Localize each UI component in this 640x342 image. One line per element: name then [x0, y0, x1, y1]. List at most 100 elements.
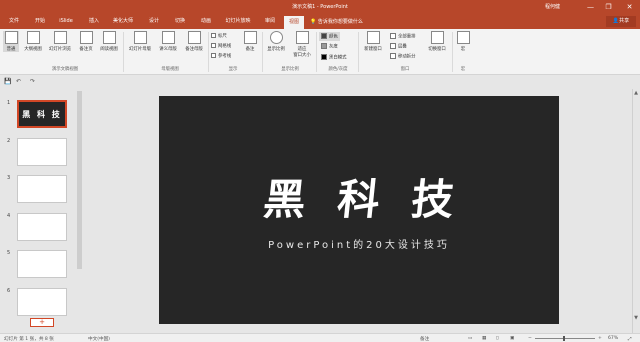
ribbon: 普通 大纲视图 幻灯片浏览 备注页 阅读视图 演示文稿视图 幻灯片母版 讲义母版… [0, 29, 640, 75]
share-button[interactable]: 👤共享 [606, 16, 636, 27]
move-split-icon [390, 53, 396, 59]
slide-thumbnail-1[interactable]: 黑 科 技 [17, 100, 67, 128]
group-label-master: 母版视图 [161, 67, 179, 72]
outline-view-button[interactable]: 大纲视图 [22, 31, 44, 52]
move-split-button[interactable]: 移动拆分 [390, 53, 416, 60]
switch-windows-icon [430, 31, 444, 44]
notes-master-label: 备注母版 [185, 47, 203, 52]
zoom-out-button[interactable]: − [528, 336, 532, 341]
slide-number: 5 [7, 250, 11, 256]
macros-button[interactable]: 宏 [455, 31, 471, 52]
fit-slide-icon[interactable]: ⤢ [628, 336, 632, 342]
zoom-in-button[interactable]: + [598, 336, 602, 341]
group-label-macros: 宏 [460, 67, 466, 72]
slide-sorter-icon[interactable]: ▦ [482, 336, 486, 341]
tab-animations[interactable]: 动画 [196, 14, 216, 29]
save-icon[interactable]: 💾 [4, 78, 11, 85]
ruler-checkbox[interactable]: 标尺 [211, 33, 227, 39]
reading-view-button[interactable]: 阅读视图 [97, 31, 121, 52]
redo-icon[interactable]: ↷ [30, 78, 35, 85]
zoom-label: 显示比例 [267, 47, 285, 52]
slide-thumbnail-4[interactable] [17, 213, 67, 241]
outline-view-label: 大纲视图 [24, 47, 42, 52]
slide-master-icon [133, 31, 147, 44]
zoom-level[interactable]: 67% [608, 336, 618, 341]
divider [208, 32, 209, 72]
scroll-down-icon[interactable]: ▼ [633, 315, 639, 321]
slide-subtitle[interactable]: PowerPoint的20大设计技巧 [159, 236, 559, 251]
new-window-button[interactable]: 新建窗口 [360, 31, 386, 52]
slide-thumbnail-5[interactable] [17, 250, 67, 278]
reading-view-icon [102, 31, 116, 44]
scroll-up-icon[interactable]: ▲ [633, 90, 639, 96]
cascade-button[interactable]: 层叠 [390, 43, 407, 50]
user-name[interactable]: 程何健 [545, 3, 560, 10]
color-button[interactable]: 颜色 [319, 32, 340, 41]
normal-view-button[interactable]: 普通 [3, 31, 19, 52]
normal-view-label: 普通 [6, 47, 16, 52]
guides-checkbox[interactable]: 参考线 [211, 53, 231, 59]
notes-page-icon [79, 31, 93, 44]
notes-button[interactable]: 备注 [242, 31, 258, 52]
notes-toggle[interactable]: 备注 [420, 336, 429, 342]
notes-master-button[interactable]: 备注母版 [182, 31, 206, 52]
tell-me-text: 告诉我你想要做什么 [317, 19, 363, 25]
tab-view[interactable]: 视图 [284, 16, 304, 29]
restore-button[interactable]: ❐ [601, 0, 616, 14]
title-bar: 演示文稿1 - PowerPoint 程何健 — ❐ ✕ [0, 0, 640, 14]
cascade-icon [390, 43, 396, 49]
notes-page-button[interactable]: 备注页 [76, 31, 96, 52]
tab-slideshow[interactable]: 幻灯片放映 [220, 14, 256, 29]
notes-master-icon [187, 31, 201, 44]
minimize-button[interactable]: — [583, 0, 598, 14]
tab-beautify[interactable]: 美化大师 [108, 14, 138, 29]
tab-insert[interactable]: 插入 [84, 14, 104, 29]
slide-thumbnail-2[interactable] [17, 138, 67, 166]
language-indicator[interactable]: 中文(中国) [88, 336, 110, 342]
tell-me-search[interactable]: 💡 告诉我你想要做什么 [310, 18, 363, 25]
arrange-all-button[interactable]: 全部重排 [390, 33, 416, 40]
close-button[interactable]: ✕ [622, 0, 637, 14]
fit-window-button[interactable]: 适应 窗口大小 [290, 31, 314, 58]
checkbox-icon [211, 33, 216, 38]
tab-islide[interactable]: iSlide [55, 14, 77, 29]
slide-master-button[interactable]: 幻灯片母版 [126, 31, 154, 52]
group-label-show: 显示 [228, 67, 238, 72]
tab-transitions[interactable]: 切换 [170, 14, 190, 29]
bw-button[interactable]: 黑白模式 [321, 54, 347, 61]
slide-sorter-label: 幻灯片浏览 [49, 47, 71, 52]
tab-review[interactable]: 审阅 [260, 14, 280, 29]
handout-master-button[interactable]: 讲义母版 [156, 31, 180, 52]
slide-scrollbar[interactable]: ▲ ▼ [632, 89, 640, 333]
undo-icon[interactable]: ↶ [16, 78, 21, 85]
slideshow-icon[interactable]: ▣ [510, 336, 514, 341]
share-label: 共享 [619, 18, 630, 24]
reading-view-icon[interactable]: ▯ [496, 336, 499, 341]
slide-number: 1 [7, 100, 11, 106]
slide-thumbnail-3[interactable] [17, 175, 67, 203]
ribbon-tab-bar: 文件 开始 iSlide 插入 美化大师 设计 切换 动画 幻灯片放映 审阅 视… [0, 14, 640, 29]
slide-thumbnail-6[interactable] [17, 288, 67, 316]
zoom-button[interactable]: 显示比例 [264, 31, 288, 52]
handout-master-label: 讲义母版 [159, 47, 177, 52]
add-slide-button[interactable]: + [30, 318, 54, 327]
divider [358, 32, 359, 72]
normal-view-icon [4, 31, 18, 44]
gridlines-checkbox[interactable]: 网格线 [211, 43, 231, 49]
thumbnail-scrollbar[interactable] [77, 91, 82, 269]
normal-view-icon[interactable]: ▭ [468, 336, 472, 341]
tab-design[interactable]: 设计 [144, 14, 164, 29]
zoom-slider-thumb[interactable] [563, 336, 565, 341]
notes-label: 备注 [245, 47, 255, 52]
arrange-all-label: 全部重排 [398, 34, 416, 40]
slide-title[interactable]: 黑科技 [156, 166, 562, 227]
slide-count: 幻灯片 第 1 张，共 8 张 [4, 337, 54, 342]
tab-file[interactable]: 文件 [4, 14, 24, 29]
quick-access-toolbar: 💾 ↶ ↷ [0, 76, 640, 88]
switch-windows-button[interactable]: 切换窗口 [424, 31, 450, 52]
slide-canvas[interactable]: 黑科技 PowerPoint的20大设计技巧 [159, 96, 559, 324]
grayscale-button[interactable]: 灰度 [321, 43, 338, 50]
zoom-slider[interactable] [535, 338, 595, 339]
slide-sorter-button[interactable]: 幻灯片浏览 [46, 31, 74, 52]
tab-home[interactable]: 开始 [30, 14, 50, 29]
